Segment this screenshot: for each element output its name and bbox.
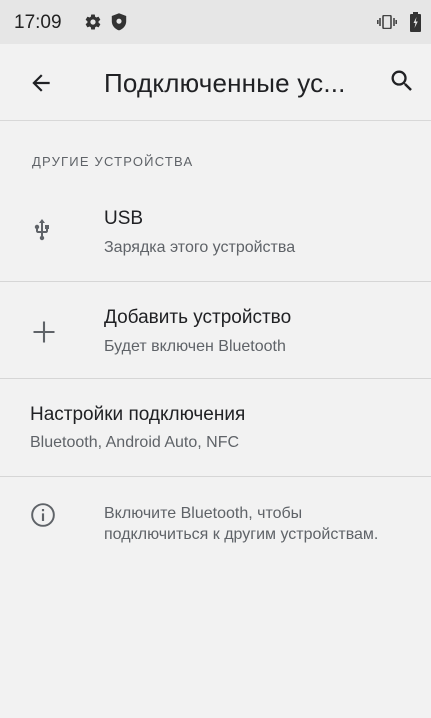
status-time: 17:09	[14, 12, 62, 33]
app-bar: Подключенные ус...	[0, 44, 431, 121]
section-header: ДРУГИЕ УСТРОЙСТВА	[32, 154, 194, 169]
divider	[0, 476, 431, 477]
add-device-subtitle: Будет включен Bluetooth	[104, 338, 286, 355]
usb-title: USB	[104, 208, 144, 229]
battery-icon	[410, 12, 421, 32]
connection-settings-subtitle: Bluetooth, Android Auto, NFC	[30, 434, 240, 451]
add-device-title: Добавить устройство	[104, 307, 292, 328]
connection-settings-row[interactable]: Настройки подключения Bluetooth, Android…	[0, 379, 431, 476]
plus-icon	[33, 321, 55, 343]
arrow-left-icon[interactable]	[28, 70, 54, 96]
usb-row[interactable]: USB Зарядка этого устройства	[0, 188, 431, 280]
usb-icon	[34, 219, 49, 241]
add-device-row[interactable]: Добавить устройство Будет включен Blueto…	[0, 282, 431, 378]
usb-subtitle: Зарядка этого устройства	[104, 239, 296, 256]
info-icon	[31, 503, 55, 527]
vibrate-icon	[377, 15, 397, 29]
search-icon[interactable]	[388, 66, 416, 96]
status-bar: 17:09	[0, 0, 431, 44]
connection-settings-title: Настройки подключения	[30, 404, 246, 425]
page-title: Подключенные ус...	[104, 68, 346, 98]
gear-icon	[85, 14, 101, 30]
shield-icon	[111, 13, 127, 31]
info-text: Включите Bluetooth, чтобы подключиться к…	[104, 505, 379, 543]
